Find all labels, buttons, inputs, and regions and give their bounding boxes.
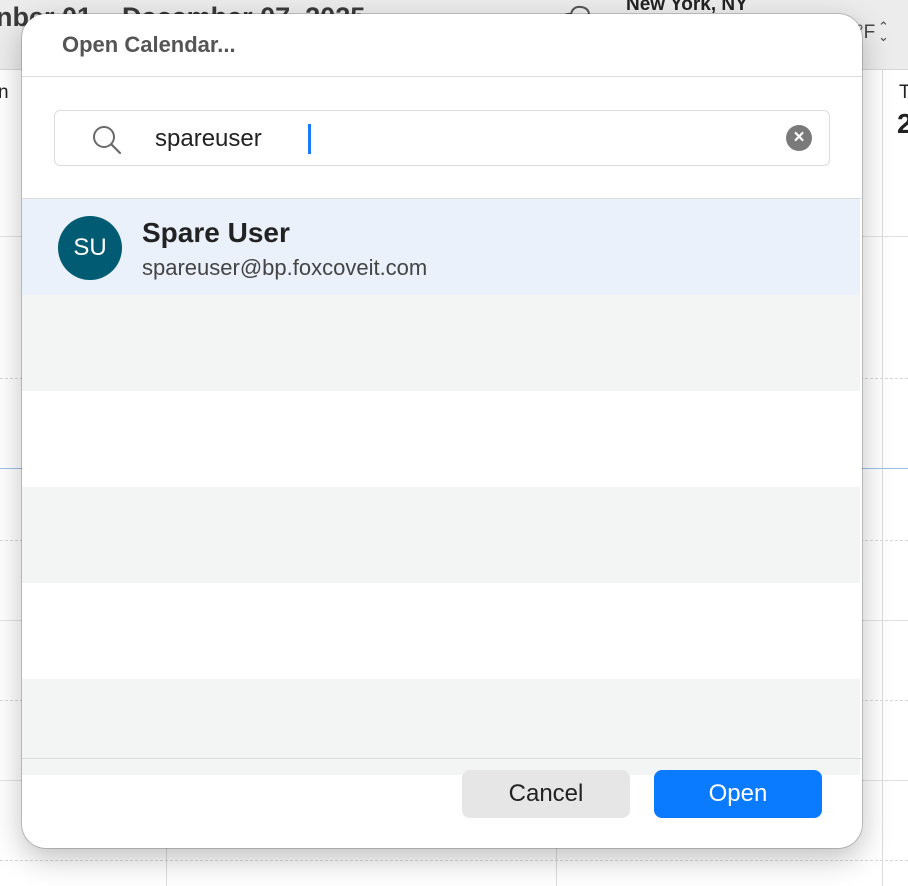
- avatar: SU: [58, 216, 122, 280]
- day-header-left: n: [0, 82, 9, 103]
- result-name: Spare User: [142, 217, 290, 248]
- day-header-right: T: [899, 82, 908, 103]
- empty-row: [22, 487, 860, 583]
- calendar-column-divider: [882, 70, 883, 886]
- search-icon: [93, 126, 122, 155]
- empty-row: [22, 583, 860, 679]
- cancel-button[interactable]: Cancel: [462, 770, 630, 818]
- open-button[interactable]: Open: [654, 770, 822, 818]
- result-email: spareuser@bp.foxcoveit.com: [142, 255, 428, 280]
- text-cursor: [308, 124, 311, 154]
- dialog-title: Open Calendar...: [62, 32, 236, 57]
- empty-row: [22, 391, 860, 487]
- search-input[interactable]: [155, 121, 775, 157]
- results-list: SU Spare User spareuser@bp.foxcoveit.com: [22, 199, 860, 775]
- clear-search-icon[interactable]: ×: [786, 125, 812, 151]
- day-number-right: 2: [897, 108, 908, 139]
- empty-row: [22, 295, 860, 391]
- divider: [22, 758, 862, 759]
- open-calendar-dialog: Open Calendar... × SU Spare User spareus…: [22, 14, 862, 848]
- calendar-half-hour-line: [0, 860, 908, 861]
- result-row-spare-user[interactable]: SU Spare User spareuser@bp.foxcoveit.com: [22, 199, 860, 295]
- empty-row: [22, 679, 860, 775]
- unit-stepper-icon[interactable]: ⌃ ⌄: [878, 20, 889, 43]
- search-box[interactable]: ×: [54, 110, 830, 166]
- divider: [22, 76, 862, 77]
